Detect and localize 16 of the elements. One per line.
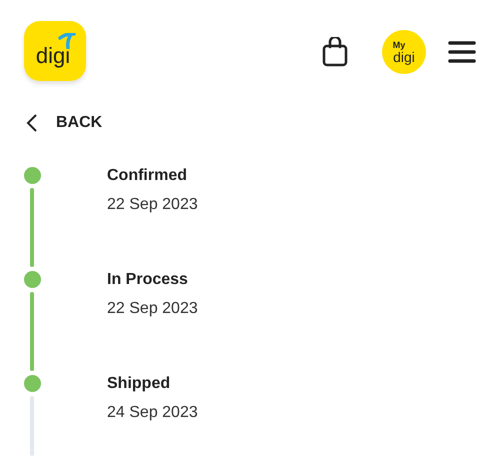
logo-text: digi bbox=[36, 43, 70, 69]
chevron-left-icon bbox=[26, 114, 38, 132]
step-date: 24 Sep 2023 bbox=[107, 404, 198, 422]
mydigi-text: digi bbox=[393, 50, 415, 64]
menu-icon[interactable] bbox=[448, 40, 476, 64]
back-link[interactable]: BACK bbox=[0, 113, 500, 133]
digi-logo[interactable]: digi bbox=[24, 21, 86, 81]
step-date: 22 Sep 2023 bbox=[107, 300, 198, 318]
drop-icon bbox=[58, 33, 76, 49]
shopping-bag-icon[interactable] bbox=[322, 37, 348, 67]
step-date: 22 Sep 2023 bbox=[107, 196, 198, 214]
mydigi-text: My bbox=[392, 40, 406, 50]
step-title: Confirmed bbox=[107, 167, 188, 185]
mydigi-logo[interactable]: My digi bbox=[382, 30, 426, 74]
step-title: In Process bbox=[107, 271, 189, 289]
step-title: Shipped bbox=[107, 375, 172, 393]
